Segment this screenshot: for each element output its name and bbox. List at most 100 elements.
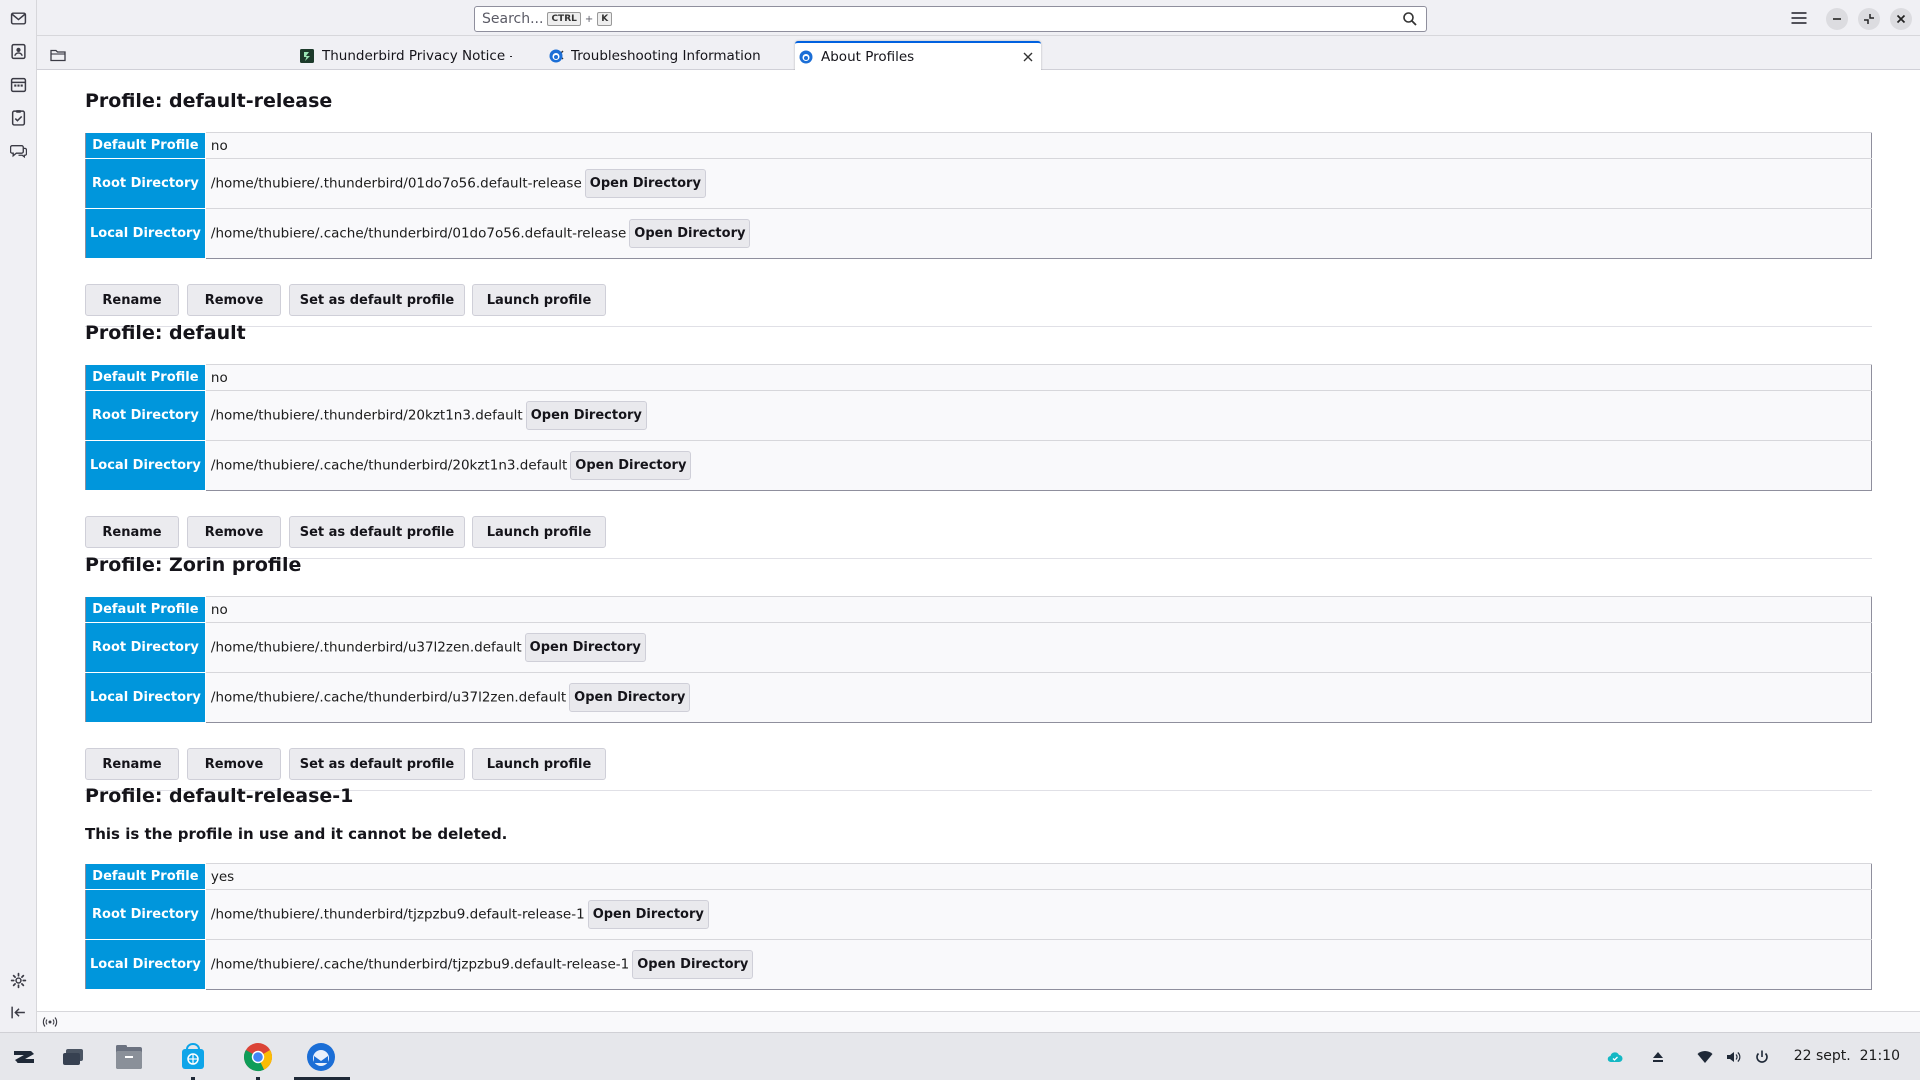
default-profile-header: Default Profile (85, 364, 206, 391)
profile-in-use-note: This is the profile in use and it cannot… (85, 825, 508, 843)
default-profile-header: Default Profile (85, 863, 206, 890)
address-book-icon[interactable] (10, 43, 27, 60)
open-local-directory-button[interactable]: Open Directory (570, 451, 692, 480)
remove-button[interactable]: Remove (187, 748, 281, 780)
profile-info-table: Default Profile no Root Directory/home/th… (85, 596, 1872, 723)
thunderbird-favicon-icon (549, 49, 563, 62)
search-placeholder: Search... (482, 11, 544, 27)
profile-title: Profile: default-release-1 (85, 785, 354, 807)
zorin-menu-icon[interactable] (8, 1041, 40, 1073)
local-directory-path: /home/thubiere/.cache/thunderbird/20kzt1… (210, 457, 568, 474)
chrome-icon[interactable] (242, 1041, 274, 1073)
local-directory-path: /home/thubiere/.cache/thunderbird/u37l2z… (210, 689, 567, 706)
search-icon[interactable] (1402, 11, 1418, 27)
status-bar (37, 1011, 1920, 1032)
app-menu-icon[interactable] (1789, 9, 1809, 27)
open-root-directory-button[interactable]: Open Directory (584, 169, 706, 198)
open-root-directory-button[interactable]: Open Directory (587, 900, 709, 929)
open-local-directory-button[interactable]: Open Directory (569, 683, 691, 712)
shortcut-key-ctrl: CTRL (547, 12, 581, 26)
files-icon[interactable] (113, 1041, 145, 1073)
remove-button[interactable]: Remove (187, 516, 281, 548)
folder-pane-icon[interactable] (50, 48, 66, 62)
root-directory-header: Root Directory (85, 622, 206, 673)
local-directory-header: Local Directory (85, 672, 206, 723)
tab-troubleshooting[interactable]: Troubleshooting Information (545, 41, 825, 70)
set-default-profile-button[interactable]: Set as default profile (289, 284, 465, 316)
title-bar: Search... CTRL + K (37, 0, 1920, 36)
root-directory-path: /home/thubiere/.thunderbird/20kzt1n3.def… (210, 407, 523, 424)
tab-bar: Thunderbird Privacy Notice — Troubleshoo… (37, 36, 1920, 70)
thunderbird-favicon-icon (799, 50, 813, 63)
default-profile-value: no (205, 364, 1872, 391)
remove-button[interactable]: Remove (187, 284, 281, 316)
minimize-icon (1833, 18, 1841, 20)
privacy-notice-favicon-icon (300, 48, 314, 63)
profile-title: Profile: Zorin profile (85, 554, 302, 576)
root-directory-path: /home/thubiere/.thunderbird/u37l2zen.def… (210, 639, 522, 656)
restore-icon (1864, 14, 1874, 24)
tab-about-profiles[interactable]: About Profiles (795, 41, 1041, 70)
set-default-profile-button[interactable]: Set as default profile (289, 748, 465, 780)
local-directory-path: /home/thubiere/.cache/thunderbird/tjzpzb… (210, 956, 630, 973)
profile-title: Profile: default-release (85, 90, 333, 112)
clock[interactable]: 22 sept. 21:10 (1794, 1048, 1900, 1064)
root-directory-path: /home/thubiere/.thunderbird/01do7o56.def… (210, 175, 582, 192)
default-profile-header: Default Profile (85, 132, 206, 159)
restore-button[interactable] (1858, 8, 1880, 30)
local-directory-header: Local Directory (85, 939, 206, 990)
root-directory-header: Root Directory (85, 390, 206, 441)
default-profile-value: no (205, 132, 1872, 159)
profile-info-table: Default Profile no Root Directory/home/th… (85, 364, 1872, 491)
chat-icon[interactable] (10, 142, 27, 159)
tab-label: Troubleshooting Information (571, 47, 761, 64)
tab-label: About Profiles (821, 48, 915, 65)
open-local-directory-button[interactable]: Open Directory (629, 219, 751, 248)
root-directory-path: /home/thubiere/.thunderbird/tjzpzbu9.def… (210, 906, 585, 923)
workspaces-icon[interactable] (58, 1041, 90, 1073)
os-taskbar: 22 sept. 21:10 (0, 1032, 1920, 1080)
thunderbird-icon[interactable] (305, 1041, 337, 1073)
rename-button[interactable]: Rename (85, 748, 179, 780)
power-icon[interactable] (1754, 1049, 1770, 1065)
rename-button[interactable]: Rename (85, 516, 179, 548)
software-store-icon[interactable] (177, 1041, 209, 1073)
root-directory-header: Root Directory (85, 889, 206, 940)
tab-privacy-notice[interactable]: Thunderbird Privacy Notice — (296, 41, 572, 70)
mail-icon[interactable] (10, 10, 27, 27)
open-local-directory-button[interactable]: Open Directory (632, 950, 754, 979)
cloud-sync-icon[interactable] (1607, 1049, 1623, 1065)
launch-profile-button[interactable]: Launch profile (472, 748, 606, 780)
section-divider (85, 326, 1872, 327)
tasks-icon[interactable] (10, 109, 27, 126)
collapse-toolbar-icon[interactable] (10, 1004, 27, 1021)
profile-info-table: Default Profile no Root Directory/home/th… (85, 132, 1872, 259)
online-status-icon[interactable] (42, 1015, 58, 1029)
launch-profile-button[interactable]: Launch profile (472, 284, 606, 316)
profile-info-table: Default Profile yes Root Directory/home/t… (85, 863, 1872, 990)
calendar-icon[interactable] (10, 76, 27, 93)
minimize-button[interactable] (1826, 8, 1848, 30)
open-root-directory-button[interactable]: Open Directory (524, 633, 646, 662)
tab-close-icon[interactable] (1021, 50, 1035, 64)
eject-icon[interactable] (1650, 1049, 1666, 1065)
default-profile-value: no (205, 596, 1872, 623)
local-directory-path: /home/thubiere/.cache/thunderbird/01do7o… (210, 225, 627, 242)
about-profiles-page: Profile: default-release Default Profile… (37, 70, 1920, 1011)
close-window-button[interactable] (1890, 8, 1912, 30)
wifi-icon[interactable] (1697, 1049, 1713, 1065)
default-profile-header: Default Profile (85, 596, 206, 623)
volume-icon[interactable] (1725, 1049, 1741, 1065)
shortcut-plus: + (584, 13, 594, 25)
root-directory-header: Root Directory (85, 158, 206, 209)
shortcut-key-k: K (597, 12, 613, 26)
profile-title: Profile: default (85, 322, 246, 344)
clock-date: 22 sept. (1793, 1048, 1851, 1064)
rename-button[interactable]: Rename (85, 284, 179, 316)
global-search-input[interactable]: Search... CTRL + K (474, 6, 1427, 32)
set-default-profile-button[interactable]: Set as default profile (289, 516, 465, 548)
settings-gear-icon[interactable] (10, 972, 27, 989)
open-root-directory-button[interactable]: Open Directory (525, 401, 647, 430)
launch-profile-button[interactable]: Launch profile (472, 516, 606, 548)
spaces-toolbar (0, 0, 37, 1032)
